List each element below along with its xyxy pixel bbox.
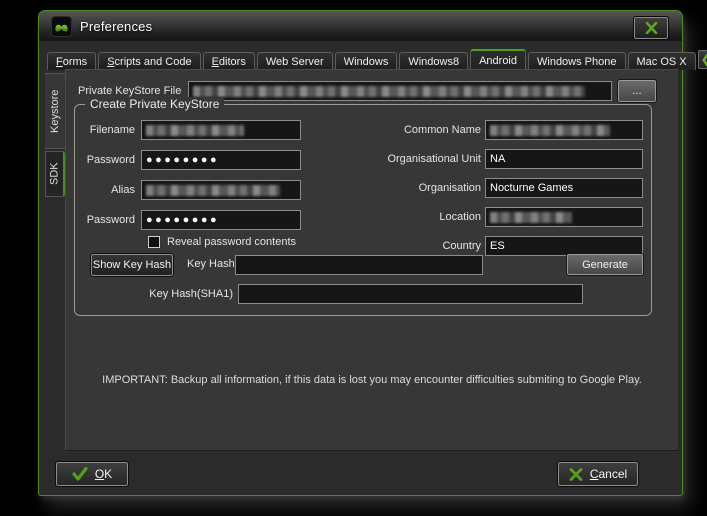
ok-check-icon: [72, 467, 88, 481]
key-hash-sha1-field[interactable]: [238, 284, 583, 304]
censored-file-path: [193, 86, 585, 97]
password-label: Password: [75, 154, 135, 166]
close-button[interactable]: [634, 17, 668, 39]
tab-windows8[interactable]: Windows8: [399, 52, 468, 70]
tab-forms[interactable]: Forms: [47, 52, 96, 70]
organisation-value: Nocturne Games: [490, 182, 573, 194]
tab-windows-phone[interactable]: Windows Phone: [528, 52, 626, 70]
ok-button[interactable]: OK: [56, 462, 128, 486]
organisation-label: Organisation: [371, 182, 481, 194]
reveal-password-checkbox[interactable]: [148, 236, 160, 248]
ok-label: OK: [95, 467, 112, 481]
app-logo-icon: [51, 16, 72, 37]
tab-editors[interactable]: Editors: [203, 52, 255, 70]
private-keystore-file-label: Private KeyStore File: [78, 85, 181, 97]
password-dots: ●●●●●●●●: [146, 155, 219, 166]
preferences-tab-bar: Forms Scripts and Code Editors Web Serve…: [47, 49, 676, 70]
side-tab-keystore[interactable]: Keystore: [45, 73, 67, 149]
common-name-label: Common Name: [371, 124, 481, 136]
close-x-icon: [645, 22, 658, 34]
filename-field[interactable]: [141, 120, 301, 140]
reveal-password-label: Reveal password contents: [167, 236, 296, 248]
preferences-window: Preferences Forms Scripts and Code Edito…: [38, 10, 683, 496]
org-unit-field[interactable]: NA: [485, 149, 643, 169]
location-field[interactable]: [485, 207, 643, 227]
censored-location: [490, 212, 572, 223]
key-hash-label: Key Hash: [187, 258, 235, 270]
window-title: Preferences: [80, 19, 152, 34]
key-hash-sha1-label: Key Hash(SHA1): [115, 288, 233, 300]
alias-field[interactable]: [141, 180, 301, 200]
tab-web-server[interactable]: Web Server: [257, 52, 333, 70]
common-name-field[interactable]: [485, 120, 643, 140]
generate-button[interactable]: Generate: [567, 254, 643, 275]
key-hash-field[interactable]: [235, 255, 483, 275]
country-field[interactable]: ES: [485, 236, 643, 256]
censored-filename: [146, 125, 244, 136]
organisation-field[interactable]: Nocturne Games: [485, 178, 643, 198]
tab-scripts-and-code[interactable]: Scripts and Code: [98, 52, 200, 70]
create-private-keystore-group: Create Private KeyStore Filename Passwor…: [74, 104, 652, 316]
tab-scrollers: ❮ ❯: [698, 50, 707, 70]
tab-scroll-left-icon[interactable]: ❮: [698, 50, 707, 69]
tab-mac-os-x[interactable]: Mac OS X: [628, 52, 696, 70]
show-key-hash-button[interactable]: Show Key Hash: [91, 254, 173, 276]
password-field[interactable]: ●●●●●●●●: [141, 150, 301, 170]
password2-dots: ●●●●●●●●: [146, 215, 219, 226]
location-label: Location: [371, 211, 481, 223]
censored-alias: [146, 185, 280, 196]
org-unit-label: Organisational Unit: [371, 153, 481, 165]
keystore-panel: Private KeyStore File ... Create Private…: [65, 69, 679, 451]
side-tab-sdk[interactable]: SDK: [45, 151, 65, 197]
cancel-x-icon: [569, 468, 583, 481]
private-keystore-file-field[interactable]: [188, 81, 612, 101]
side-tab-strip: Keystore SDK: [45, 73, 66, 199]
cancel-label: Cancel: [590, 467, 627, 481]
tab-android[interactable]: Android: [470, 49, 526, 70]
tab-windows[interactable]: Windows: [335, 52, 398, 70]
country-value: ES: [490, 240, 505, 252]
country-label: Country: [371, 240, 481, 252]
alias-label: Alias: [75, 184, 135, 196]
browse-button[interactable]: ...: [618, 80, 656, 102]
title-bar[interactable]: Preferences: [39, 11, 682, 41]
cancel-button[interactable]: Cancel: [558, 462, 638, 486]
group-title: Create Private KeyStore: [85, 97, 224, 111]
important-note: IMPORTANT: Backup all information, if th…: [66, 374, 678, 386]
password2-label: Password: [75, 214, 135, 226]
org-unit-value: NA: [490, 153, 505, 165]
filename-label: Filename: [75, 124, 135, 136]
censored-common-name: [490, 125, 610, 136]
password2-field[interactable]: ●●●●●●●●: [141, 210, 301, 230]
